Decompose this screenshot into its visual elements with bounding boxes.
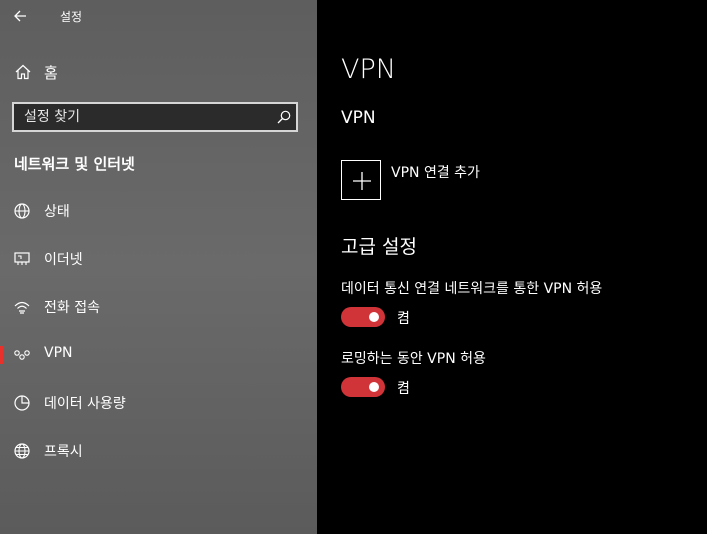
- selection-indicator: [0, 346, 3, 364]
- globe-icon: [13, 442, 31, 460]
- sidebar-item-label: 전화 접속: [44, 300, 100, 316]
- app-title: 설정: [60, 10, 83, 24]
- toggle-metered-vpn-state: 켬: [397, 311, 410, 327]
- back-button[interactable]: [10, 5, 32, 27]
- sidebar: 설정 홈 네트워크 및 인터넷 상태: [0, 0, 317, 534]
- add-vpn-label: VPN 연결 추가: [391, 165, 480, 181]
- setting-roaming-vpn-label: 로밍하는 동안 VPN 허용: [341, 351, 486, 367]
- sidebar-item-status[interactable]: 상태: [0, 191, 317, 231]
- globe-status-icon: [13, 202, 31, 220]
- toggle-roaming-vpn-state: 켬: [397, 381, 410, 397]
- toggle-roaming-vpn[interactable]: [341, 377, 385, 397]
- search-icon[interactable]: [276, 109, 292, 125]
- title-bar: 설정: [0, 0, 317, 32]
- add-vpn-tile: [341, 160, 381, 200]
- section-title: 네트워크 및 인터넷: [14, 155, 135, 173]
- nav-home-label: 홈: [44, 64, 58, 82]
- dialup-icon: [13, 298, 31, 316]
- sidebar-item-proxy[interactable]: 프록시: [0, 431, 317, 471]
- sidebar-item-label: VPN: [44, 345, 73, 361]
- section-heading-vpn: VPN: [341, 108, 376, 128]
- nav-home[interactable]: 홈: [0, 55, 317, 89]
- arrow-left-icon: [14, 10, 26, 22]
- toggle-knob: [369, 382, 379, 392]
- search-input[interactable]: [14, 104, 264, 130]
- main-content: VPN VPN VPN 연결 추가 고급 설정 데이터 통신 연결 네트워크를 …: [317, 0, 707, 534]
- setting-metered-vpn-label: 데이터 통신 연결 네트워크를 통한 VPN 허용: [341, 281, 603, 297]
- advanced-settings-heading: 고급 설정: [341, 236, 417, 258]
- ethernet-icon: [13, 250, 31, 268]
- sidebar-item-data-usage[interactable]: 데이터 사용량: [0, 383, 317, 423]
- page-title: VPN: [341, 54, 396, 85]
- search-box: [12, 102, 298, 132]
- plus-icon: [353, 172, 371, 190]
- sidebar-item-label: 이더넷: [44, 252, 83, 268]
- add-vpn-connection-button[interactable]: VPN 연결 추가: [341, 160, 641, 202]
- sidebar-item-label: 데이터 사용량: [44, 396, 126, 412]
- sidebar-item-ethernet[interactable]: 이더넷: [0, 239, 317, 279]
- sidebar-item-label: 프록시: [44, 444, 83, 460]
- sidebar-item-dialup[interactable]: 전화 접속: [0, 287, 317, 327]
- sidebar-item-vpn[interactable]: VPN: [0, 335, 317, 375]
- toggle-metered-vpn[interactable]: [341, 307, 385, 327]
- data-usage-icon: [13, 394, 31, 412]
- vpn-icon: [13, 346, 31, 364]
- toggle-knob: [369, 312, 379, 322]
- home-icon: [14, 63, 32, 81]
- sidebar-item-label: 상태: [44, 204, 70, 220]
